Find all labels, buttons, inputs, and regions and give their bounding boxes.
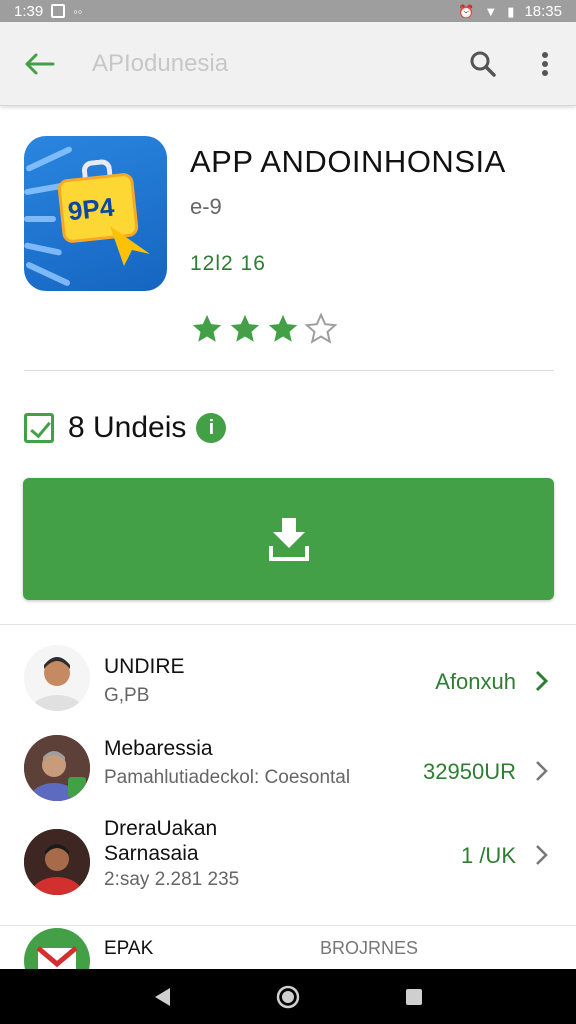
battery-icon: ▮ bbox=[507, 3, 515, 19]
recents-square-icon[interactable] bbox=[404, 987, 424, 1007]
install-button[interactable] bbox=[23, 478, 554, 600]
arrow-left-icon bbox=[25, 53, 55, 74]
list-item[interactable]: UNDIRE G,PB Afonxuh bbox=[0, 625, 576, 725]
list-item-title: DreraUakan bbox=[104, 817, 218, 840]
list-item-subtitle: Pamahlutiadeckol: Coesontal bbox=[104, 767, 351, 788]
list: UNDIRE G,PB Afonxuh Mebaressia Pamahluti… bbox=[0, 625, 576, 925]
list-item-title-line2: Sarnasaia bbox=[104, 842, 199, 865]
app-title: APP ANDOINHONSIA bbox=[190, 144, 506, 179]
search-button[interactable] bbox=[452, 22, 514, 106]
home-circle-icon[interactable] bbox=[276, 985, 300, 1009]
list-item-subtitle: G,PB bbox=[104, 685, 150, 706]
icon-ray bbox=[24, 261, 72, 287]
rating-stars bbox=[190, 312, 338, 346]
app-version: 12l2 16 bbox=[190, 252, 266, 275]
status-bar: 1:39 ◦◦ ⏰ ▼ ▮ 18:35 bbox=[0, 0, 576, 22]
status-time-right: 18:35 bbox=[524, 2, 562, 20]
star-full-icon bbox=[268, 314, 298, 342]
avatar bbox=[24, 735, 90, 801]
person-avatar-icon bbox=[24, 735, 90, 801]
info-icon[interactable]: i bbox=[196, 413, 227, 443]
list-item-value: BROJRNES bbox=[320, 938, 419, 958]
divider bbox=[24, 370, 554, 371]
more-vert-icon bbox=[542, 51, 548, 76]
app-icon-text: 9P4 bbox=[66, 191, 116, 227]
toolbar-title: APIodunesia bbox=[92, 49, 229, 77]
list-item[interactable]: DreraUakan Sarnasaia 2:say 2.281 235 1 /… bbox=[0, 815, 576, 925]
app-header: 9P4 APP ANDOINHONSIA e-9 12l2 16 bbox=[0, 106, 576, 370]
list-item-title: UNDIRE bbox=[104, 655, 185, 678]
chevron-right-icon bbox=[536, 761, 548, 781]
person-avatar-icon bbox=[24, 645, 90, 711]
voicemail-icon: ◦◦ bbox=[73, 3, 83, 19]
mail-app-icon bbox=[24, 928, 90, 969]
navigation-bar bbox=[0, 969, 576, 1024]
list-item[interactable]: Mebaressia Pamahlutiadeckol: Coesontal 3… bbox=[0, 725, 576, 815]
star-full-icon bbox=[230, 314, 260, 342]
list-item-subtitle: 2:say 2.281 235 bbox=[104, 869, 240, 890]
star-full-icon bbox=[192, 314, 222, 342]
status-time-left: 1:39 bbox=[14, 2, 44, 20]
back-triangle-icon[interactable] bbox=[152, 986, 172, 1008]
notification-icon bbox=[51, 4, 66, 18]
avatar bbox=[24, 829, 90, 895]
wifi-icon: ▼ bbox=[484, 3, 498, 19]
icon-ray bbox=[25, 145, 73, 173]
list-item-partial[interactable]: EPAK BROJRNES bbox=[0, 925, 576, 969]
list-item-title: Mebaressia bbox=[104, 737, 213, 760]
list-item-value: Afonxuh bbox=[435, 669, 516, 694]
chevron-right-icon bbox=[536, 845, 548, 865]
download-icon bbox=[268, 518, 309, 561]
updates-row[interactable]: 8 Undeis i bbox=[24, 408, 227, 448]
list-item-value: 32950UR bbox=[423, 759, 516, 784]
alarm-icon: ⏰ bbox=[458, 3, 475, 19]
list-item-value: 1 /UK bbox=[460, 843, 516, 868]
person-avatar-icon bbox=[24, 829, 90, 895]
avatar bbox=[24, 645, 90, 711]
icon-ray bbox=[24, 216, 56, 222]
app-icon: 9P4 bbox=[24, 136, 167, 291]
toolbar: APIodunesia bbox=[0, 22, 576, 106]
app-developer[interactable]: e-9 bbox=[190, 194, 222, 220]
list-item-title: EPAK bbox=[104, 938, 154, 959]
checkbox-icon[interactable] bbox=[24, 413, 54, 443]
updates-label: 8 Undeis bbox=[68, 411, 187, 444]
chevron-right-icon bbox=[535, 670, 549, 692]
overflow-menu-button[interactable] bbox=[514, 22, 576, 106]
star-empty-icon bbox=[304, 312, 338, 344]
icon-ray bbox=[24, 242, 63, 256]
search-icon bbox=[470, 51, 496, 77]
back-button[interactable] bbox=[0, 22, 78, 106]
